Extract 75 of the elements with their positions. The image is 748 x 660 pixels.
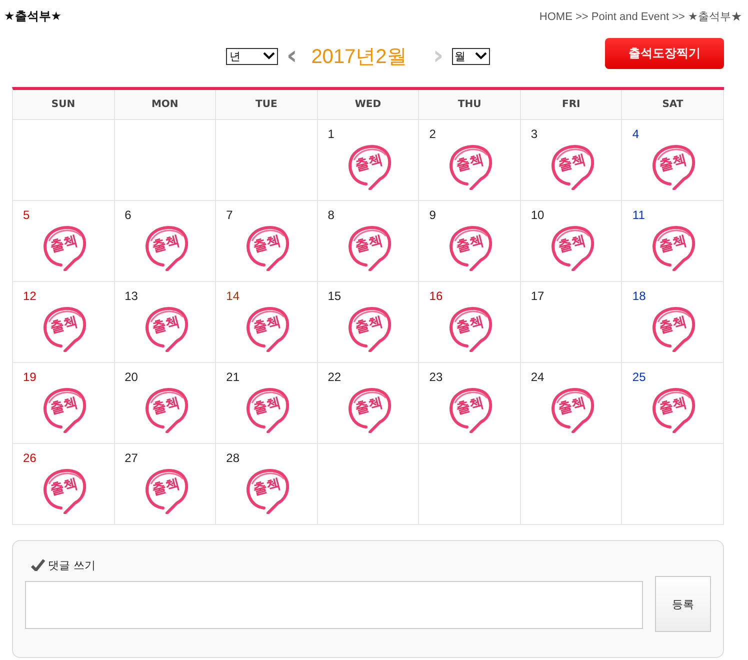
chevron-down-icon <box>263 52 276 60</box>
attendance-stamp: 출첵 <box>39 302 89 352</box>
day-number: 6 <box>124 208 132 222</box>
day-number: 12 <box>23 289 36 303</box>
attendance-stamp: 출첵 <box>546 221 597 271</box>
breadcrumb: HOME >> Point and Event >> ★출석부★ <box>539 10 742 24</box>
day-number: 26 <box>23 451 36 465</box>
check-icon <box>31 559 45 571</box>
month-title: 2017년2월 <box>311 44 407 70</box>
day-number: 17 <box>530 289 544 303</box>
day-number: 4 <box>632 127 640 141</box>
attendance-stamp: 출첵 <box>648 140 698 190</box>
chevron-down-icon <box>474 52 487 60</box>
attendance-stamp: 출첵 <box>445 221 496 271</box>
day-number: 24 <box>530 370 544 384</box>
weekday-label: WED <box>354 99 382 110</box>
attendance-stamp: 출첵 <box>140 383 191 433</box>
day-number: 18 <box>632 289 646 303</box>
attendance-stamp: 출첵 <box>344 221 394 271</box>
page-title: ★출석부★ <box>4 8 62 24</box>
day-number: 20 <box>124 370 138 384</box>
weekday-label: SAT <box>662 99 684 110</box>
attendance-stamp: 출첵 <box>242 302 292 352</box>
day-number: 23 <box>429 370 443 384</box>
attendance-stamp: 출첵 <box>546 383 597 433</box>
day-number: 8 <box>328 208 334 222</box>
comment-input[interactable] <box>25 581 643 629</box>
day-number: 7 <box>226 208 233 222</box>
day-number: 16 <box>429 289 443 303</box>
day-number: 5 <box>23 208 30 222</box>
weekday-label: MON <box>151 99 178 110</box>
weekday-label: THU <box>458 99 482 110</box>
previous-month-button[interactable]: ‹ <box>282 46 302 66</box>
day-number: 22 <box>328 370 342 384</box>
attendance-stamp: 출첵 <box>39 383 89 433</box>
day-number: 13 <box>124 289 138 303</box>
day-number: 28 <box>226 451 240 465</box>
attendance-stamp: 출첵 <box>140 464 191 514</box>
day-number: 11 <box>632 208 645 222</box>
attendance-stamp: 출첵 <box>445 383 496 433</box>
day-number: 19 <box>23 370 36 384</box>
day-number: 10 <box>530 208 544 222</box>
day-number: 21 <box>226 370 240 384</box>
day-number: 15 <box>328 289 342 303</box>
day-number: 9 <box>429 208 436 222</box>
attendance-stamp: 출첵 <box>39 221 89 271</box>
attendance-stamp: 출첵 <box>140 221 191 271</box>
attendance-stamp: 출첵 <box>344 302 394 352</box>
attendance-stamp: 출첵 <box>242 383 292 433</box>
day-number: 3 <box>530 127 538 141</box>
day-number: 14 <box>226 289 240 303</box>
attendance-stamp: 출첵 <box>39 464 89 514</box>
attendance-stamp: 출첵 <box>445 302 496 352</box>
attendance-stamp: 출첵 <box>140 302 191 352</box>
attendance-stamp: 출첵 <box>648 221 698 271</box>
submit-button[interactable]: 등록 <box>655 576 711 632</box>
attendance-stamp: 출첵 <box>242 221 292 271</box>
attendance-stamp: 출첵 <box>648 383 698 433</box>
attendance-stamp: 출첵 <box>648 302 698 352</box>
year-select[interactable]: 년 <box>226 48 278 64</box>
weekday-label: SUN <box>51 99 76 110</box>
day-number: 1 <box>328 127 334 141</box>
month-select[interactable]: 월 <box>452 48 490 64</box>
attendance-stamp: 출첵 <box>546 140 597 190</box>
day-number: 25 <box>632 370 646 384</box>
comment-heading: 댓글 쓰기 <box>48 558 96 572</box>
day-number: 2 <box>429 127 436 141</box>
stamp-attendance-button[interactable]: 출석도장찍기 <box>605 38 724 69</box>
attendance-stamp: 출첵 <box>344 383 394 433</box>
attendance-stamp: 출첵 <box>242 464 292 514</box>
weekday-label: FRI <box>562 99 580 110</box>
attendance-stamp: 출첵 <box>344 140 394 190</box>
day-number: 27 <box>124 451 138 465</box>
weekday-label: TUE <box>256 99 278 110</box>
attendance-stamp: 출첵 <box>445 140 496 190</box>
